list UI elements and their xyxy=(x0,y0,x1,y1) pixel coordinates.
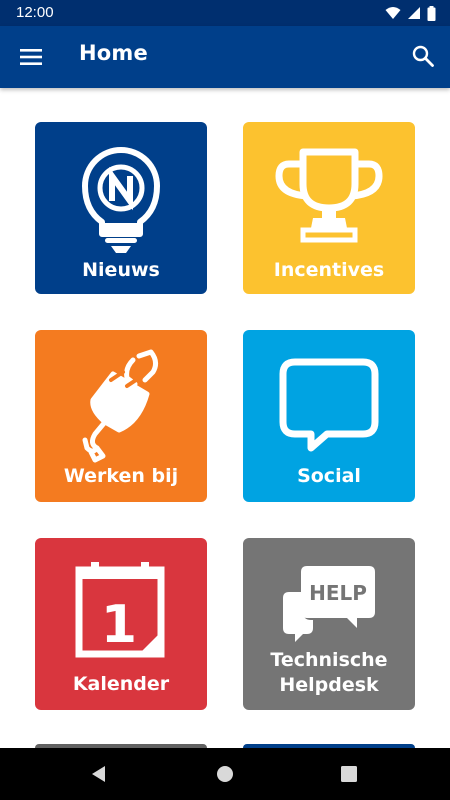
signal-icon xyxy=(408,7,420,19)
tile-label: Kalender xyxy=(72,673,170,695)
tile-incentives[interactable]: Incentives xyxy=(243,122,415,294)
tile-label: Nieuws xyxy=(82,259,160,281)
status-bar: 12:00 xyxy=(0,0,450,26)
tile-social[interactable]: Social xyxy=(243,330,415,502)
system-nav-bar xyxy=(0,748,450,800)
status-icons xyxy=(385,5,436,21)
page-title: Home xyxy=(79,41,148,65)
back-icon[interactable] xyxy=(87,762,111,786)
tile-label: Technische Helpdesk xyxy=(243,648,415,698)
tile-label: Werken bij xyxy=(63,465,179,487)
search-icon[interactable] xyxy=(411,44,435,68)
recents-icon[interactable] xyxy=(337,762,361,786)
menu-icon[interactable] xyxy=(18,44,44,70)
tile-nieuws[interactable]: Nieuws xyxy=(35,122,207,294)
battery-icon xyxy=(427,5,436,21)
calendar-day-number: 1 xyxy=(101,595,137,655)
status-time: 12:00 xyxy=(16,4,54,21)
tile-label: Incentives xyxy=(273,259,385,281)
app-bar: Home xyxy=(0,26,450,88)
tile-label-line1: Technische xyxy=(270,649,388,671)
home-icon[interactable] xyxy=(213,762,237,786)
tile-technische-helpdesk[interactable]: HELP Technische Helpdesk xyxy=(243,538,415,710)
tile-werken-bij[interactable]: Werken bij xyxy=(35,330,207,502)
wifi-icon xyxy=(385,7,401,19)
help-icon-text: HELP xyxy=(309,581,367,605)
tile-label-line2: Helpdesk xyxy=(279,674,379,696)
tile-label: Social xyxy=(297,465,361,487)
tile-kalender[interactable]: 1 Kalender xyxy=(35,538,207,710)
